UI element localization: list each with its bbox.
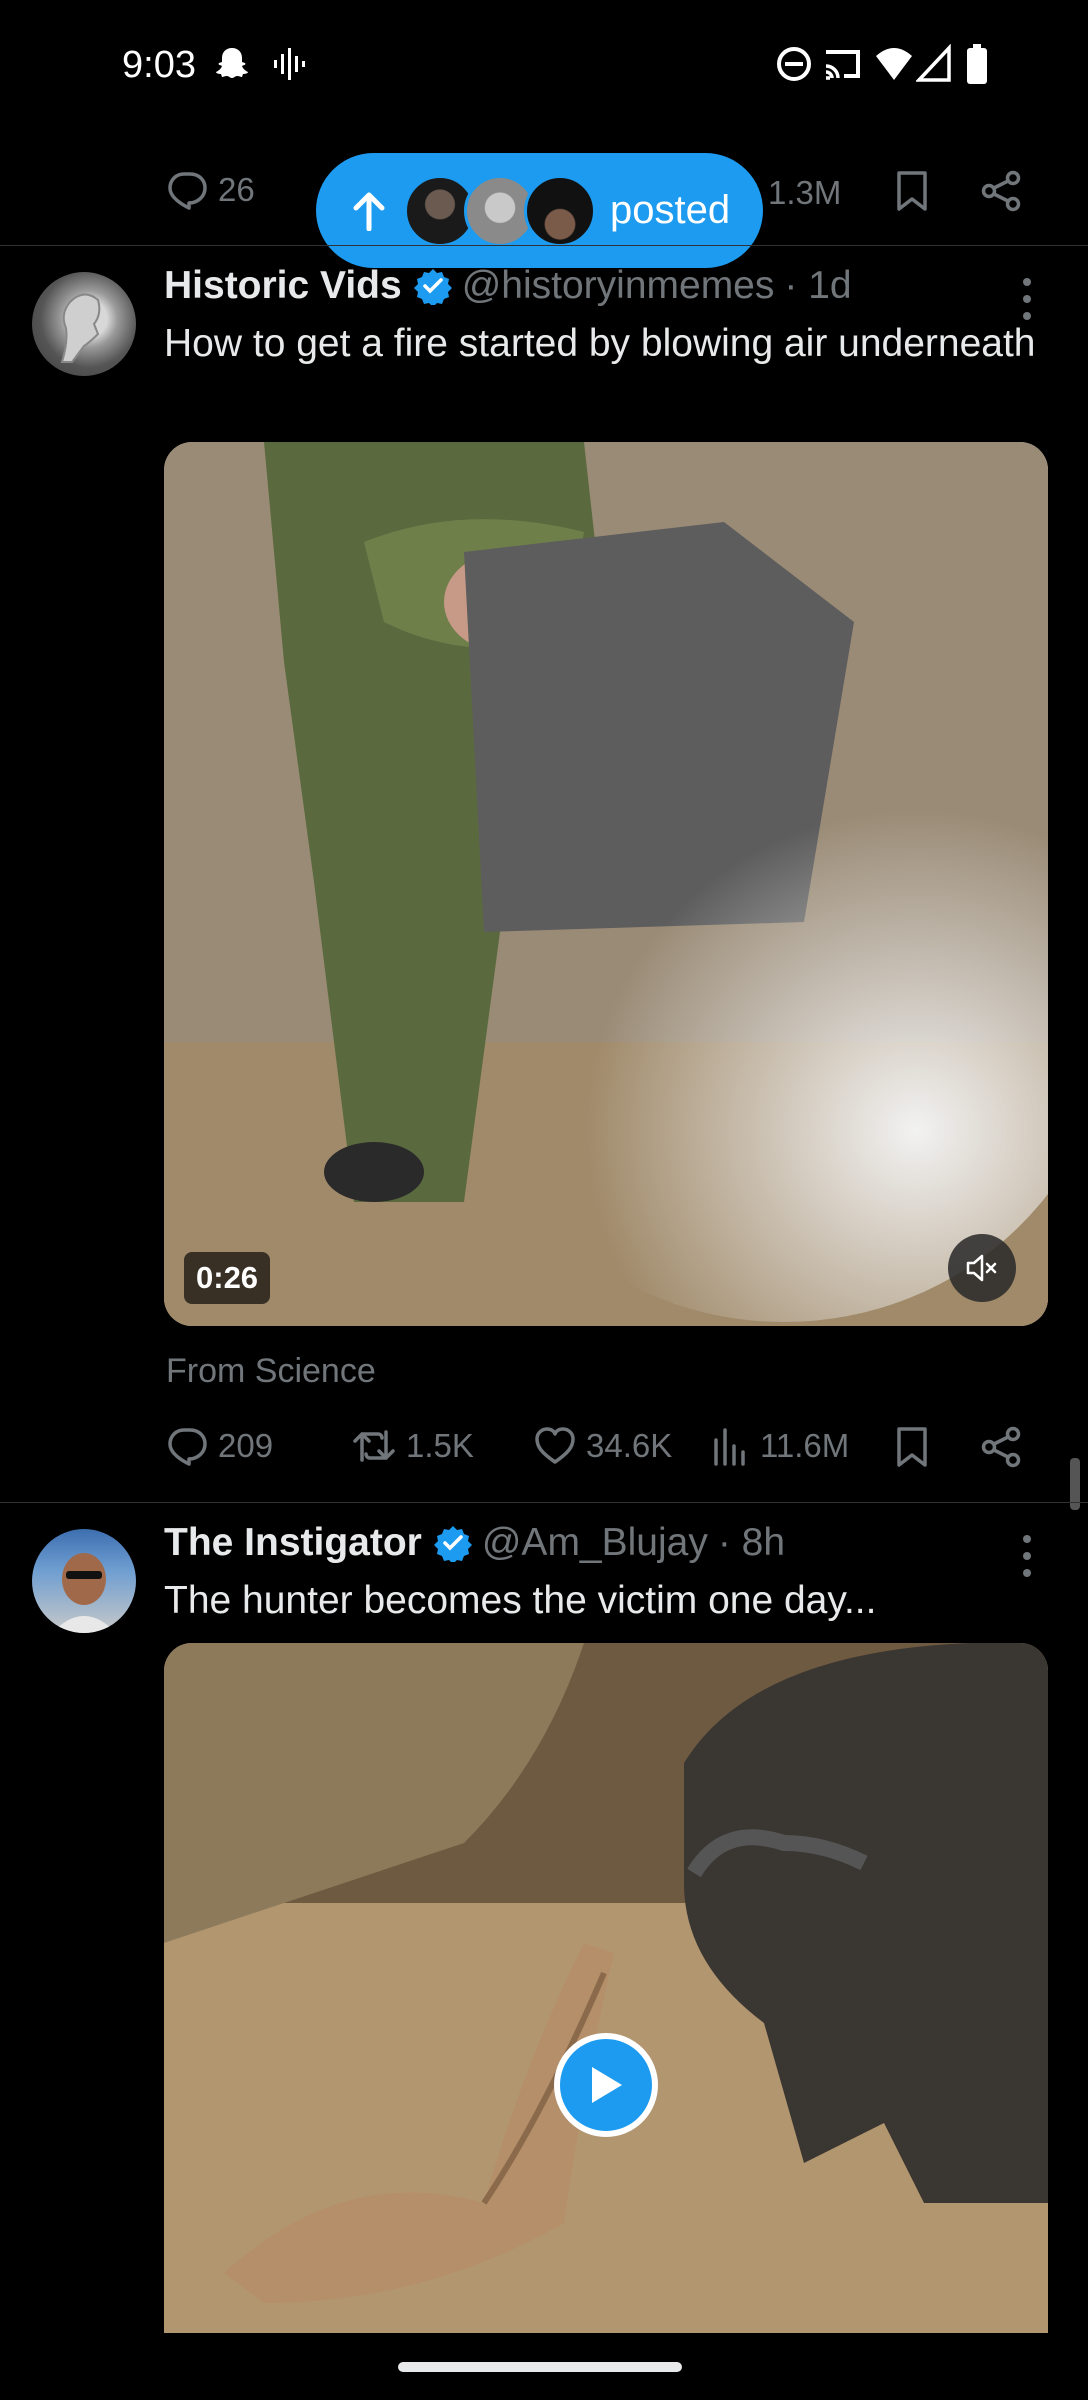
avatar[interactable]: [32, 1529, 136, 1633]
signal-icon: [916, 44, 951, 82]
timestamp: · 8h: [717, 1521, 786, 1564]
bookmark-icon: [897, 1427, 927, 1467]
tweet[interactable]: Historic Vids @historyinmemes · 1d How t…: [0, 246, 1088, 1502]
display-name[interactable]: The Instigator: [164, 1521, 422, 1565]
speaker-muted-icon: [966, 1254, 997, 1282]
repost-button[interactable]: 1.5K: [352, 1426, 474, 1466]
tweet-text: The hunter becomes the victim one day...: [164, 1579, 877, 1622]
display-name[interactable]: Historic Vids: [164, 264, 402, 308]
video-player[interactable]: 0:26: [164, 442, 1048, 1326]
home-indicator[interactable]: [398, 2362, 682, 2372]
arrow-up-icon: [353, 192, 385, 231]
tweet-header: The Instigator @Am_Blujay · 8h: [164, 1521, 785, 1565]
views-button[interactable]: 11.6M: [712, 1426, 849, 1466]
snapchat-icon: [216, 48, 248, 78]
status-time: 9:03: [122, 44, 196, 86]
heart-icon: [535, 1427, 575, 1464]
views-count: 11.6M: [760, 1427, 850, 1464]
share-icon: [981, 170, 1021, 212]
reply-count: 26: [218, 171, 255, 208]
like-button[interactable]: 34.6K: [534, 1426, 672, 1466]
handle[interactable]: @historyinmemes: [462, 264, 775, 308]
cast-icon: [825, 50, 860, 80]
like-count: 34.6K: [586, 1427, 673, 1464]
tweet[interactable]: The Instigator @Am_Blujay · 8h The hunte…: [0, 1503, 1088, 2333]
profile-photo: [52, 1553, 116, 1633]
source-label[interactable]: From Science: [166, 1352, 376, 1391]
video-frame: [164, 1643, 1048, 2333]
verified-badge-icon: [433, 1526, 472, 1562]
reply-count: 209: [218, 1427, 274, 1464]
dnd-icon: [777, 47, 811, 81]
tweet-text: How to get a fire started by blowing air…: [164, 322, 1036, 365]
share-icon: [981, 1426, 1021, 1468]
battery-icon: [967, 44, 987, 84]
video-duration: 0:26: [184, 1252, 271, 1304]
share-button[interactable]: [980, 170, 1022, 212]
video-frame: [164, 442, 1048, 1326]
avatar: [524, 174, 596, 247]
bookmark-button[interactable]: [894, 170, 930, 212]
video-player[interactable]: [164, 1643, 1048, 2333]
mute-button[interactable]: [948, 1234, 1016, 1302]
share-button[interactable]: [980, 1426, 1022, 1468]
profile-bust-image: [60, 293, 101, 363]
verified-badge-icon: [413, 269, 452, 305]
reply-button[interactable]: 209: [166, 1426, 273, 1466]
reply-button[interactable]: 26: [166, 170, 255, 210]
timestamp: · 1d: [784, 264, 852, 307]
views-count: 1.3M: [768, 174, 842, 211]
status-bar: 9:03: [0, 0, 1088, 130]
repost-count: 1.5K: [406, 1427, 474, 1464]
tweet-header: Historic Vids @historyinmemes · 1d: [164, 264, 852, 308]
views-button[interactable]: 1.3M: [758, 174, 841, 212]
new-posts-label: posted: [610, 188, 731, 232]
avatar[interactable]: [32, 272, 136, 376]
wifi-icon: [876, 48, 912, 80]
play-icon: [592, 2067, 622, 2103]
repost-icon: [353, 1430, 395, 1462]
reply-icon: [168, 172, 207, 210]
play-button[interactable]: [554, 2033, 658, 2137]
views-chart-icon: [714, 1428, 745, 1466]
bookmark-icon: [897, 171, 927, 211]
handle[interactable]: @Am_Blujay: [482, 1521, 708, 1565]
voice-wave-icon: [274, 48, 305, 80]
reply-icon: [168, 1428, 207, 1466]
new-posts-avatars: [404, 174, 596, 247]
bookmark-button[interactable]: [894, 1426, 930, 1468]
